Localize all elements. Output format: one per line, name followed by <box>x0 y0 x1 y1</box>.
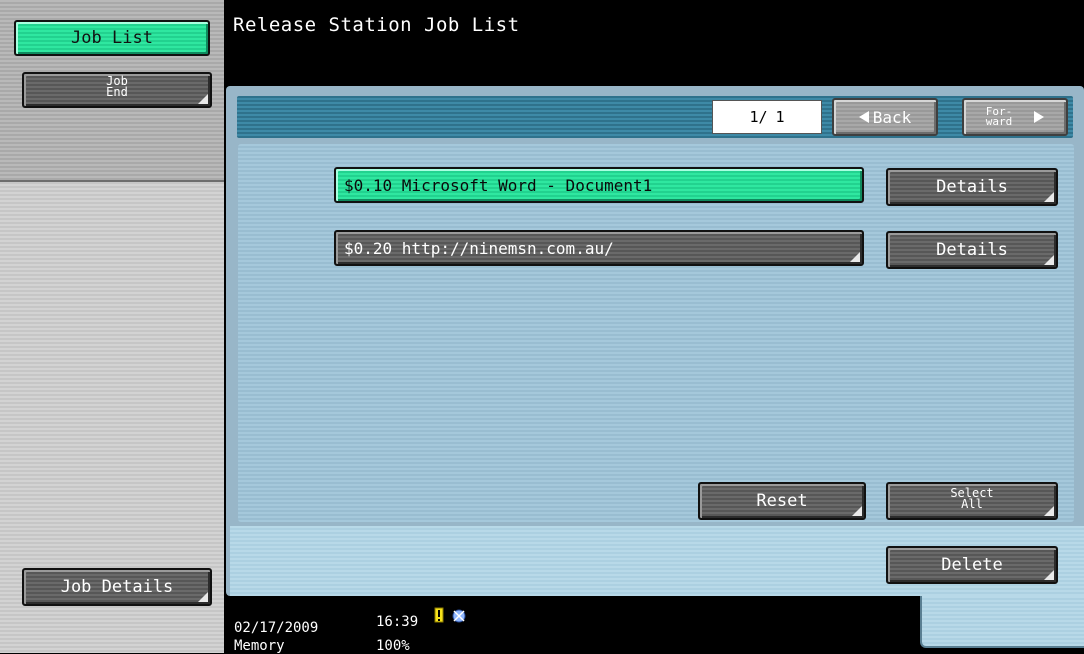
reset-button[interactable]: Reset <box>698 482 866 520</box>
memory-value: 100% <box>376 638 410 654</box>
forward-button[interactable]: For- ward <box>962 98 1068 136</box>
details-label: Details <box>936 240 1008 260</box>
job-details-label: Job Details <box>60 577 174 597</box>
arrow-right-icon <box>1034 111 1045 123</box>
back-label: Back <box>872 107 912 127</box>
details-button[interactable]: Details <box>886 168 1058 206</box>
select-all-label-line2: All <box>961 497 983 511</box>
details-button[interactable]: Details <box>886 231 1058 269</box>
delete-label: Delete <box>941 555 1003 575</box>
arrow-left-icon <box>858 111 869 123</box>
job-details-button[interactable]: Job Details <box>22 568 212 606</box>
back-button[interactable]: Back <box>832 98 938 136</box>
job-row-label: $0.20 http://ninemsn.com.au/ <box>344 238 614 258</box>
page-total: 1 <box>775 108 785 126</box>
page-counter: 1/ 1 <box>712 100 822 134</box>
network-icon <box>452 609 466 623</box>
details-label: Details <box>936 177 1008 197</box>
job-row-label: $0.10 Microsoft Word - Document1 <box>344 175 653 195</box>
panel-tab <box>920 596 1084 648</box>
job-end-label-line2: End <box>106 85 128 99</box>
status-icons <box>433 607 473 627</box>
job-row[interactable]: $0.10 Microsoft Word - Document1 <box>334 167 864 203</box>
job-list-label: Job List <box>71 28 153 48</box>
job-end-button[interactable]: Job End <box>22 72 212 108</box>
panel-header <box>237 96 1073 138</box>
forward-label-line2: ward <box>985 115 1013 128</box>
delete-button[interactable]: Delete <box>886 546 1058 584</box>
select-all-button[interactable]: Select All <box>886 482 1058 520</box>
reset-label: Reset <box>756 491 808 511</box>
warning-icon <box>434 607 466 623</box>
page-current: 1/ <box>749 108 768 126</box>
memory-label: Memory <box>234 638 285 654</box>
sidebar-divider <box>0 180 224 182</box>
status-time: 16:39 <box>376 614 419 630</box>
job-list-button[interactable]: Job List <box>14 20 210 56</box>
page-title: Release Station Job List <box>233 14 520 36</box>
status-date: 02/17/2009 <box>234 620 319 636</box>
job-row[interactable]: $0.20 http://ninemsn.com.au/ <box>334 230 864 266</box>
